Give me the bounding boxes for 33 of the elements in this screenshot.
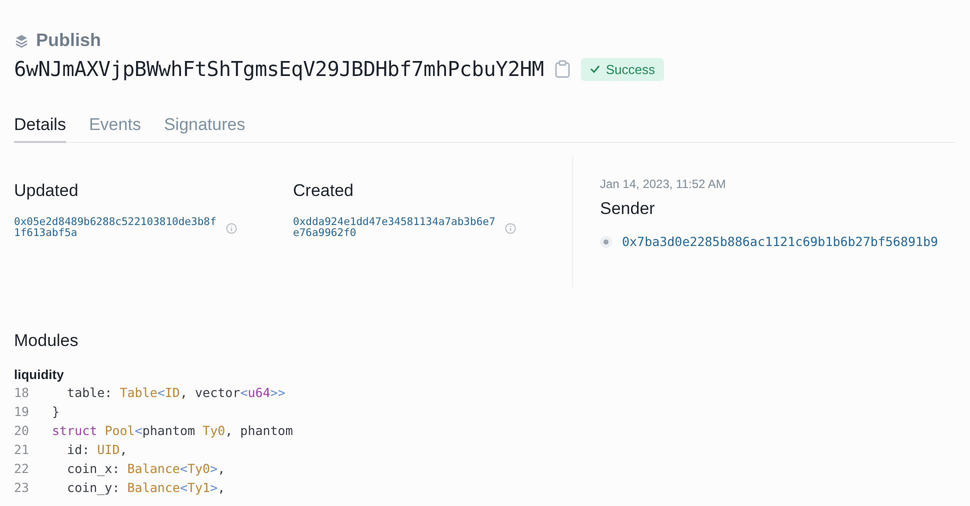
section-title: Sender xyxy=(600,199,656,219)
timestamp: Jan 14, 2023, 11:52 AM xyxy=(600,177,727,191)
code-line: table: Table<ID, vector<u64>> xyxy=(66,385,286,400)
sender-address-link[interactable]: 0x7ba3d0e2285b886ac1121c69b1b6b27bf56891b9 xyxy=(622,235,938,248)
code-line: coin_y: Balance<Ty1>, xyxy=(66,480,226,495)
object-id-link[interactable]: 0x05e2d8489b6288c522103810de3b8f1f613abf5a xyxy=(14,217,216,240)
line-number: 20 xyxy=(14,423,30,438)
section-title: Updated xyxy=(14,181,80,201)
line-number: 22 xyxy=(14,461,30,476)
line-number: 23 xyxy=(14,480,30,495)
line-number: 21 xyxy=(14,442,30,457)
code-line: id: UID, xyxy=(66,442,128,457)
section-title: Created xyxy=(293,181,354,201)
transaction-kind: Publish xyxy=(36,30,102,51)
tab[interactable]: Events xyxy=(88,115,141,143)
code-line: struct Pool<phantom Ty0, phantom xyxy=(52,423,293,438)
check-icon xyxy=(590,65,600,73)
section-title: Modules xyxy=(14,331,80,351)
copy-icon[interactable] xyxy=(554,60,570,78)
transaction-digest: 6wNJmAXVjpBWwhFtShTgmsEqV29JBDHbf7mhPcbuY2HM xyxy=(14,57,544,81)
info-icon[interactable] xyxy=(226,222,238,234)
code-line: coin_x: Balance<Ty0>, xyxy=(66,461,226,476)
tab[interactable]: Details xyxy=(14,115,66,143)
status-text: Success xyxy=(606,62,655,76)
object-id-link[interactable]: 0xdda924e1dd47e34581134a7ab3b6e7e76a9962f0 xyxy=(293,217,496,240)
line-number: 18 xyxy=(14,385,30,400)
info-icon[interactable] xyxy=(505,222,516,234)
code-line: } xyxy=(52,404,60,419)
tab[interactable]: Signatures xyxy=(164,115,246,143)
line-number: 19 xyxy=(14,404,30,419)
layers-icon xyxy=(14,34,29,48)
module-name: liquidity xyxy=(14,367,65,382)
address-dot-icon xyxy=(600,236,612,248)
